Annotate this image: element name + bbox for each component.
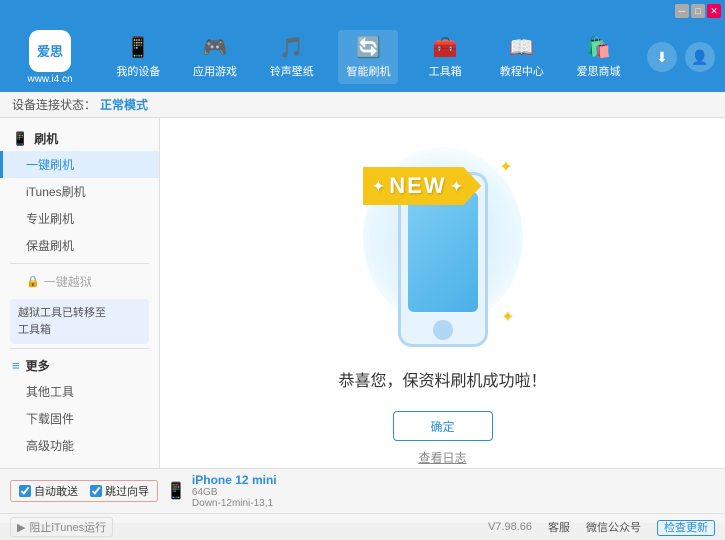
auto-dismiss-label: 自动敢送	[34, 483, 78, 499]
sidebar-section-flash: 📱 刷机	[0, 126, 159, 151]
wechat-link[interactable]: 微信公众号	[586, 519, 641, 535]
device-storage: 64GB	[192, 487, 277, 498]
sparkle-bottom-right: ✦	[501, 307, 514, 327]
nav-apps-games[interactable]: 🎮 应用游戏	[185, 30, 245, 84]
itunes-flash-label: iTunes刷机	[26, 183, 86, 200]
itunes-block-button[interactable]: ▶ 阻止iTunes运行	[10, 517, 113, 537]
skip-wizard-label: 跳过向导	[105, 483, 149, 499]
content-area: ✦ NEW ✦ ✦ ✦ 恭喜您，保资料刷机成功啦！ 确定 查看日志	[160, 118, 725, 495]
check-update-link[interactable]: 检查更新	[657, 519, 715, 535]
one-click-flash-label: 一键刷机	[26, 156, 74, 173]
logo-icon: 爱思	[29, 30, 71, 72]
sparkle-top-right: ✦	[499, 157, 512, 177]
sidebar-item-download-firmware[interactable]: 下载固件	[0, 405, 159, 432]
bottom-right-links: V7.98.66 客服 微信公众号 检查更新	[488, 519, 715, 535]
download-firmware-label: 下载固件	[26, 410, 74, 427]
phone-home	[433, 320, 453, 340]
nav-smart-flash[interactable]: 🔄 智能刷机	[338, 30, 398, 84]
mall-icon: 🛍️	[586, 35, 611, 60]
tutorial-icon: 📖	[509, 35, 534, 60]
sidebar-item-save-flash[interactable]: 保盘刷机	[0, 232, 159, 259]
device-info: iPhone 12 mini 64GB Down-12mini-13,1	[192, 473, 277, 509]
status-bar: 设备连接状态： 正常模式	[0, 92, 725, 118]
phone-illustration: ✦ NEW ✦ ✦ ✦	[363, 147, 523, 347]
full-bottom-bar: 自动敢送 跳过向导 📱 iPhone 12 mini 64GB Down-12m…	[0, 468, 725, 523]
ribbon-text: NEW	[389, 173, 446, 199]
device-section: 📱 iPhone 12 mini 64GB Down-12mini-13,1	[166, 473, 715, 509]
more-section-icon: ≡	[12, 358, 20, 373]
sidebar-section-more: ≡ 更多	[0, 353, 159, 378]
apps-games-icon: 🎮	[203, 35, 228, 60]
sidebar-item-advanced[interactable]: 高级功能	[0, 432, 159, 459]
toolbox-label: 工具箱	[429, 63, 462, 79]
flash-section-label: 刷机	[34, 130, 58, 147]
smart-flash-icon: 🔄	[356, 35, 381, 60]
sidebar-item-pro-flash[interactable]: 专业刷机	[0, 205, 159, 232]
sidebar-item-other-tools[interactable]: 其他工具	[0, 378, 159, 405]
apps-games-label: 应用游戏	[193, 63, 237, 79]
nav-toolbox[interactable]: 🧰 工具箱	[415, 30, 475, 84]
itunes-block-icon: ▶	[17, 521, 25, 534]
sidebar-divider-2	[10, 348, 149, 349]
sidebar-jailbreak-note: 越狱工具已转移至工具箱	[10, 299, 149, 344]
user-button[interactable]: 👤	[685, 42, 715, 72]
phone-screen	[408, 192, 478, 312]
header: 爱思 www.i4.cn 📱 我的设备 🎮 应用游戏 🎵 铃声壁纸 🔄 智能刷机…	[0, 22, 725, 92]
download-button[interactable]: ⬇	[647, 42, 677, 72]
device-icon: 📱	[166, 481, 186, 501]
restore-button[interactable]: □	[691, 4, 705, 18]
sidebar-item-one-click-flash[interactable]: 一键刷机	[0, 151, 159, 178]
nav-my-device[interactable]: 📱 我的设备	[108, 30, 168, 84]
nav-tutorial[interactable]: 📖 教程中心	[492, 30, 552, 84]
status-mode: 正常模式	[100, 96, 148, 113]
lock-icon: 🔒	[26, 275, 40, 288]
customer-service-link[interactable]: 客服	[548, 519, 570, 535]
confirm-button[interactable]: 确定	[393, 411, 493, 441]
nav-ringtone[interactable]: 🎵 铃声壁纸	[262, 30, 322, 84]
success-message: 恭喜您，保资料刷机成功啦！	[338, 367, 546, 391]
header-right: ⬇ 👤	[647, 42, 715, 72]
skip-wizard-checkbox[interactable]	[90, 485, 102, 497]
other-tools-label: 其他工具	[26, 383, 74, 400]
toolbox-icon: 🧰	[433, 35, 458, 60]
bottom-status-row: ▶ 阻止iTunes运行 V7.98.66 客服 微信公众号 检查更新	[0, 514, 725, 540]
check-update-label: 检查更新	[657, 520, 715, 536]
logo[interactable]: 爱思 www.i4.cn	[10, 30, 90, 85]
nav-mall[interactable]: 🛍️ 爱思商城	[569, 30, 629, 84]
device-name: iPhone 12 mini	[192, 473, 277, 487]
sidebar: 📱 刷机 一键刷机 iTunes刷机 专业刷机 保盘刷机 🔒 一键越狱 越狱工具…	[0, 118, 160, 495]
save-flash-label: 保盘刷机	[26, 237, 74, 254]
device-firmware: Down-12mini-13,1	[192, 498, 277, 509]
my-device-label: 我的设备	[116, 63, 160, 79]
tutorial-label: 教程中心	[500, 63, 544, 79]
jailbreak-section-label: 一键越狱	[44, 273, 92, 290]
flash-section-icon: 📱	[12, 131, 28, 147]
checkbox-skip-wizard[interactable]: 跳过向导	[90, 483, 149, 499]
ringtone-label: 铃声壁纸	[270, 63, 314, 79]
sidebar-item-itunes-flash[interactable]: iTunes刷机	[0, 178, 159, 205]
ribbon: ✦ NEW ✦	[363, 167, 482, 205]
pro-flash-label: 专业刷机	[26, 210, 74, 227]
close-button[interactable]: ✕	[707, 4, 721, 18]
checkbox-auto-dismiss[interactable]: 自动敢送	[19, 483, 78, 499]
ringtone-icon: 🎵	[279, 35, 304, 60]
bottom-device-row: 自动敢送 跳过向导 📱 iPhone 12 mini 64GB Down-12m…	[0, 469, 725, 514]
mall-label: 爱思商城	[577, 63, 621, 79]
sidebar-divider-1	[10, 263, 149, 264]
status-label: 设备连接状态：	[12, 96, 96, 113]
my-device-icon: 📱	[126, 35, 151, 60]
logo-text: www.i4.cn	[27, 74, 72, 85]
nav-items: 📱 我的设备 🎮 应用游戏 🎵 铃声壁纸 🔄 智能刷机 🧰 工具箱 📖 教程中心…	[100, 30, 637, 84]
itunes-block-label: 阻止iTunes运行	[29, 519, 106, 535]
minimize-button[interactable]: ─	[675, 4, 689, 18]
more-section-label: 更多	[26, 357, 50, 374]
title-bar: ─ □ ✕	[0, 0, 725, 22]
auto-dismiss-checkbox[interactable]	[19, 485, 31, 497]
main-layout: 📱 刷机 一键刷机 iTunes刷机 专业刷机 保盘刷机 🔒 一键越狱 越狱工具…	[0, 118, 725, 495]
smart-flash-label: 智能刷机	[346, 63, 390, 79]
goto-log-link[interactable]: 查看日志	[418, 449, 466, 466]
advanced-label: 高级功能	[26, 437, 74, 454]
sidebar-section-jailbreak: 🔒 一键越狱	[0, 268, 159, 295]
